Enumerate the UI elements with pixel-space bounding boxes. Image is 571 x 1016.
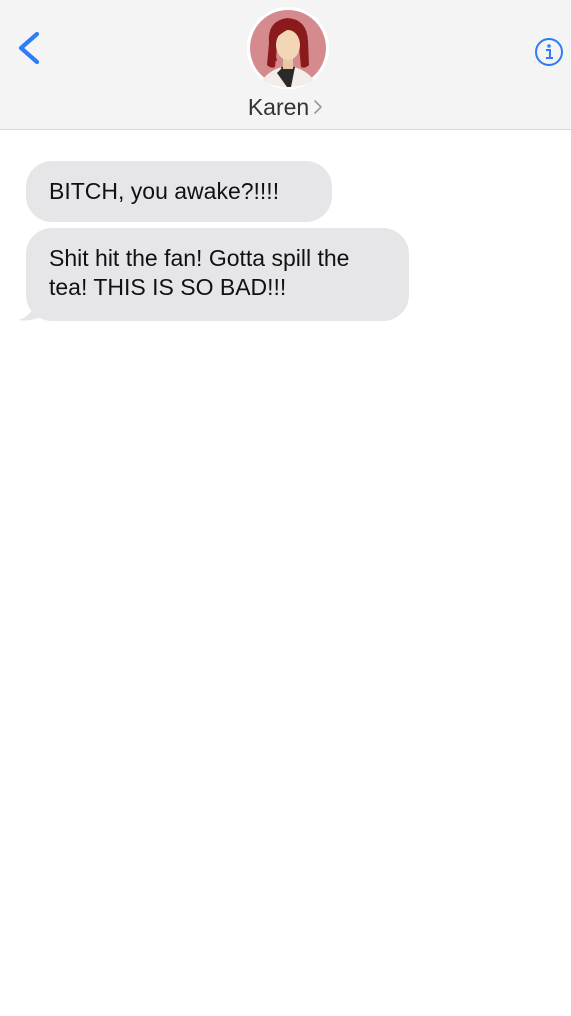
message-thread[interactable]: BITCH, you awake?!!!! Shit hit the fan! … — [0, 131, 571, 1016]
conversation-header: Karen — [0, 0, 571, 130]
info-circle-icon — [535, 38, 563, 66]
contact-name-button[interactable]: Karen — [0, 92, 571, 122]
back-button[interactable] — [10, 26, 50, 70]
message-text: Shit hit the fan! Gotta spill the tea! T… — [49, 245, 350, 300]
chevron-right-icon — [314, 100, 322, 114]
message-bubble-incoming[interactable]: BITCH, you awake?!!!! — [26, 161, 332, 222]
contact-name: Karen — [247, 94, 310, 120]
chevron-left-icon — [18, 31, 40, 65]
message-text: BITCH, you awake?!!!! — [49, 178, 280, 204]
avatar-woman-icon — [247, 7, 329, 89]
info-button[interactable] — [533, 36, 565, 68]
message-bubble-incoming[interactable]: Shit hit the fan! Gotta spill the tea! T… — [26, 228, 409, 321]
contact-avatar[interactable] — [247, 7, 329, 89]
